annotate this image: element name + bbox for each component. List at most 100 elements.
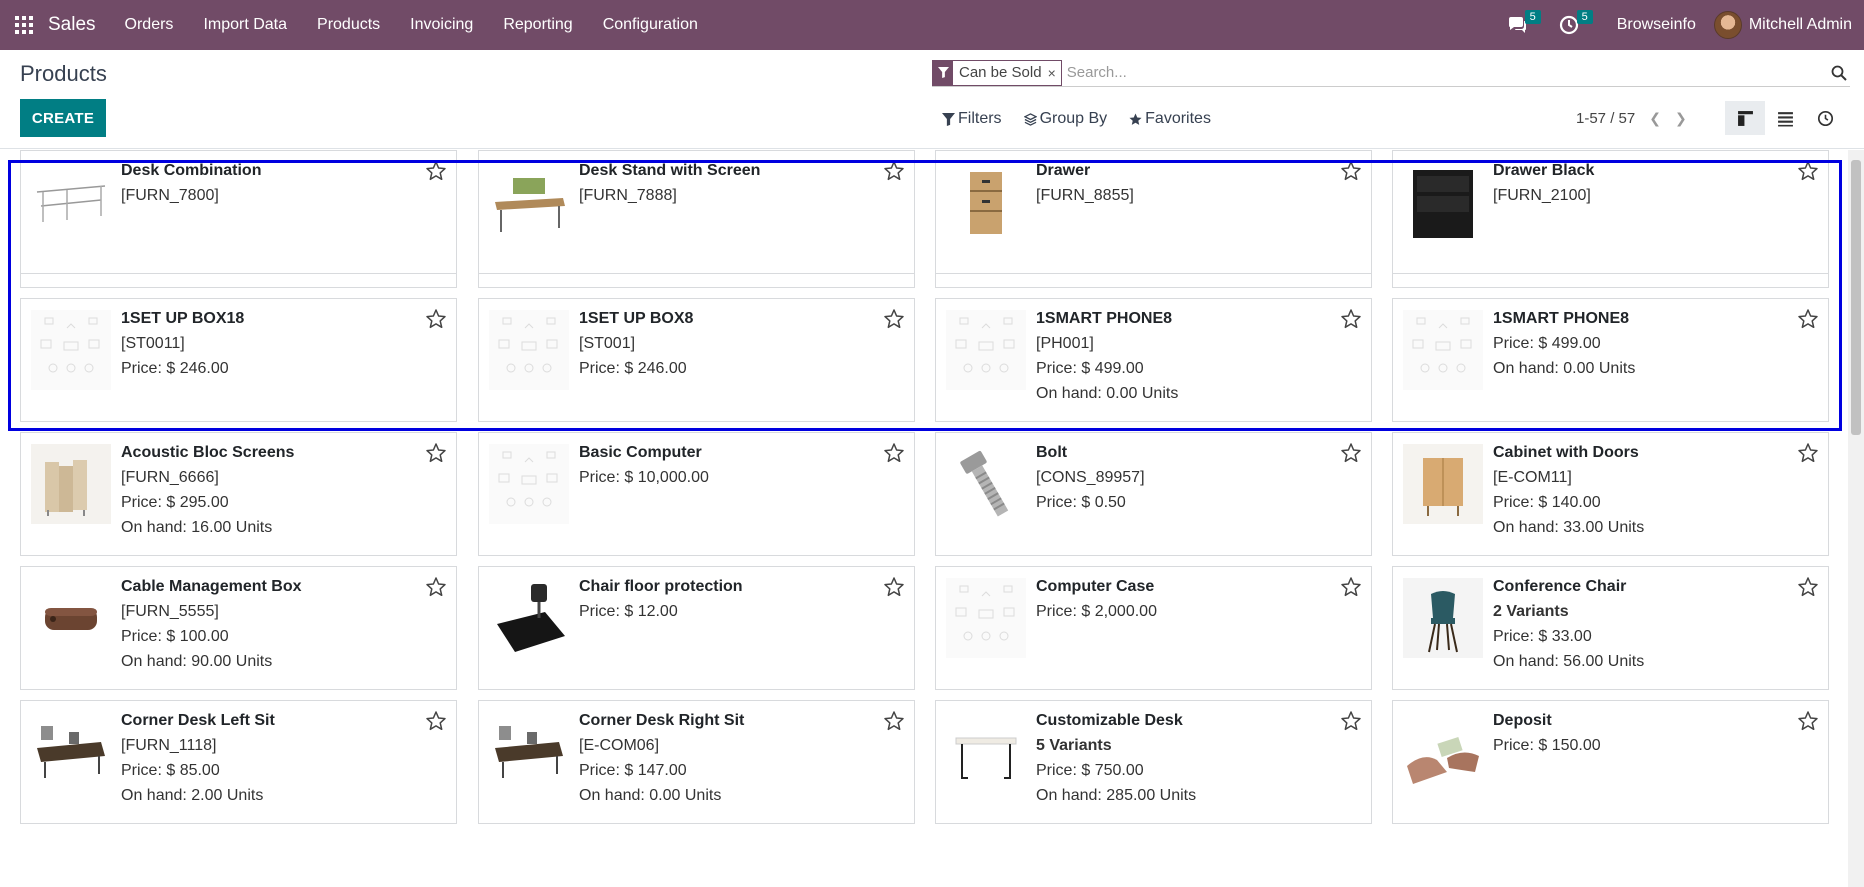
- favorite-star-icon[interactable]: [425, 442, 447, 464]
- favorite-star-icon[interactable]: [1340, 308, 1362, 330]
- product-card[interactable]: Desk Stand with Screen [FURN_7888]: [478, 150, 915, 274]
- product-card[interactable]: Corner Desk Left Sit [FURN_1118] Price: $ …: [20, 700, 457, 824]
- favorite-star-icon[interactable]: [425, 308, 447, 330]
- product-card[interactable]: Cable Management Box [FURN_5555] Price: $ …: [20, 566, 457, 690]
- favorite-star-icon[interactable]: [883, 576, 905, 598]
- menu-invoicing[interactable]: Invoicing: [395, 0, 488, 50]
- menu-import-data[interactable]: Import Data: [188, 0, 302, 50]
- product-card-body: 1SMART PHONE8 [PH001] Price: $ 499.00 On ha…: [1036, 309, 1331, 404]
- user-menu[interactable]: Mitchell Admin: [1713, 11, 1864, 39]
- activities-button[interactable]: 5: [1543, 0, 1595, 50]
- product-card[interactable]: Drawer [FURN_8855]: [935, 150, 1372, 274]
- favorite-star-icon[interactable]: [1340, 576, 1362, 598]
- product-card[interactable]: Customizable Desk 5 Variants Price: $ 750.…: [935, 700, 1372, 824]
- pager-next-icon[interactable]: ❯: [1675, 110, 1687, 127]
- product-card-body: Corner Desk Left Sit [FURN_1118] Price: $ …: [121, 711, 416, 806]
- favorite-star-icon[interactable]: [1340, 442, 1362, 464]
- product-on-hand: On hand: 285.00 Units: [1036, 787, 1197, 804]
- product-price: Price: $ 150.00: [1493, 737, 1601, 754]
- product-card[interactable]: Basic Computer Price: $ 10,000.00: [478, 432, 915, 556]
- company-switcher[interactable]: Browseinfo: [1595, 16, 1714, 34]
- pager-value[interactable]: 1-57 / 57: [1576, 110, 1635, 127]
- pager-previous-icon[interactable]: ❮: [1649, 110, 1661, 127]
- create-button[interactable]: CREATE: [20, 99, 106, 137]
- search-bar: Can be Sold ×: [932, 59, 1850, 87]
- favorites-button[interactable]: Favorites: [1129, 110, 1211, 128]
- product-card[interactable]: Acoustic Bloc Screens [FURN_6666] Price: $…: [20, 432, 457, 556]
- product-card-body: Chair floor protection Price: $ 12.00: [579, 577, 874, 622]
- messages-count-badge: 5: [1524, 10, 1541, 24]
- favorite-star-icon[interactable]: [425, 160, 447, 182]
- product-on-hand: On hand: 33.00 Units: [1493, 519, 1645, 536]
- product-price: Price: $ 295.00: [121, 494, 229, 511]
- clock-icon: [1817, 110, 1833, 126]
- product-card[interactable]: Corner Desk Right Sit [E-COM06] Price: $ 1…: [478, 700, 915, 824]
- menu-configuration[interactable]: Configuration: [588, 0, 713, 50]
- product-price: Price: $ 0.50: [1036, 494, 1126, 511]
- user-name: Mitchell Admin: [1748, 16, 1852, 33]
- product-card[interactable]: 1SMART PHONE8 Price: $ 499.00 On hand: 0.0…: [1392, 298, 1829, 422]
- product-name: Bolt: [1036, 444, 1068, 461]
- product-reference: [FURN_7888]: [579, 187, 677, 204]
- filter-icon: [933, 60, 953, 85]
- favorite-star-icon[interactable]: [1340, 160, 1362, 182]
- product-card-body: Desk Stand with Screen [FURN_7888]: [579, 161, 874, 206]
- product-price: Price: $ 246.00: [121, 360, 229, 377]
- product-card[interactable]: Deposit Price: $ 150.00: [1392, 700, 1829, 824]
- product-card[interactable]: 1SMART PHONE8 [PH001] Price: $ 499.00 On ha…: [935, 298, 1372, 422]
- product-reference: [E-COM11]: [1493, 469, 1572, 486]
- favorite-star-icon[interactable]: [1797, 576, 1819, 598]
- product-image: [31, 162, 111, 242]
- product-image: [489, 162, 569, 242]
- product-card[interactable]: Chair floor protection Price: $ 12.00: [478, 566, 915, 690]
- apps-menu-icon[interactable]: [0, 0, 48, 50]
- product-image: [1403, 310, 1483, 390]
- favorite-star-icon[interactable]: [1797, 442, 1819, 464]
- product-card[interactable]: Drawer Black [FURN_2100]: [1392, 150, 1829, 274]
- app-brand[interactable]: Sales: [48, 14, 110, 36]
- facet-remove-button[interactable]: ×: [1048, 61, 1061, 85]
- product-card[interactable]: Cabinet with Doors [E-COM11] Price: $ 140.…: [1392, 432, 1829, 556]
- product-card-body: Conference Chair 2 Variants Price: $ 33.00…: [1493, 577, 1788, 672]
- favorites-label: Favorites: [1145, 110, 1211, 127]
- search-input[interactable]: [1066, 60, 1828, 85]
- product-card[interactable]: Desk Combination [FURN_7800]: [20, 150, 457, 274]
- kanban-view-button[interactable]: [1725, 101, 1765, 135]
- scrollbar-thumb[interactable]: [1851, 160, 1861, 435]
- product-image: [946, 578, 1026, 658]
- menu-reporting[interactable]: Reporting: [488, 0, 587, 50]
- product-card[interactable]: Computer Case Price: $ 2,000.00: [935, 566, 1372, 690]
- favorite-star-icon[interactable]: [1797, 710, 1819, 732]
- product-card[interactable]: 1SET UP BOX8 [ST001] Price: $ 246.00: [478, 298, 915, 422]
- clock-icon: [1559, 15, 1578, 35]
- group-by-button[interactable]: Group By: [1023, 110, 1107, 128]
- star-icon: [1129, 112, 1142, 125]
- product-name: Desk Combination: [121, 162, 262, 179]
- product-card[interactable]: 1SET UP BOX18 [ST0011] Price: $ 246.00: [20, 298, 457, 422]
- favorite-star-icon[interactable]: [883, 160, 905, 182]
- favorite-star-icon[interactable]: [425, 710, 447, 732]
- favorite-star-icon[interactable]: [883, 442, 905, 464]
- favorite-star-icon[interactable]: [1797, 308, 1819, 330]
- list-view-button[interactable]: [1765, 101, 1805, 135]
- product-card[interactable]: Conference Chair 2 Variants Price: $ 33.00…: [1392, 566, 1829, 690]
- control-panel: Products CREATE Can be Sold × Filters Gr…: [0, 50, 1864, 149]
- activity-view-button[interactable]: [1805, 101, 1845, 135]
- favorite-star-icon[interactable]: [883, 710, 905, 732]
- facet-value: Can be Sold: [959, 64, 1042, 81]
- messages-button[interactable]: 5: [1491, 0, 1543, 50]
- scrollbar[interactable]: [1848, 150, 1864, 887]
- favorite-star-icon[interactable]: [1340, 710, 1362, 732]
- product-name: Desk Stand with Screen: [579, 162, 761, 179]
- avatar: [1713, 11, 1742, 39]
- favorite-star-icon[interactable]: [883, 308, 905, 330]
- favorite-star-icon[interactable]: [425, 576, 447, 598]
- product-reference: [FURN_2100]: [1493, 187, 1591, 204]
- menu-products[interactable]: Products: [302, 0, 395, 50]
- search-icon[interactable]: [1828, 62, 1850, 84]
- menu-orders[interactable]: Orders: [110, 0, 189, 50]
- favorite-star-icon[interactable]: [1797, 160, 1819, 182]
- product-card-body: Corner Desk Right Sit [E-COM06] Price: $ 1…: [579, 711, 874, 806]
- filters-button[interactable]: Filters: [942, 110, 1002, 128]
- product-card[interactable]: Bolt [CONS_89957] Price: $ 0.50: [935, 432, 1372, 556]
